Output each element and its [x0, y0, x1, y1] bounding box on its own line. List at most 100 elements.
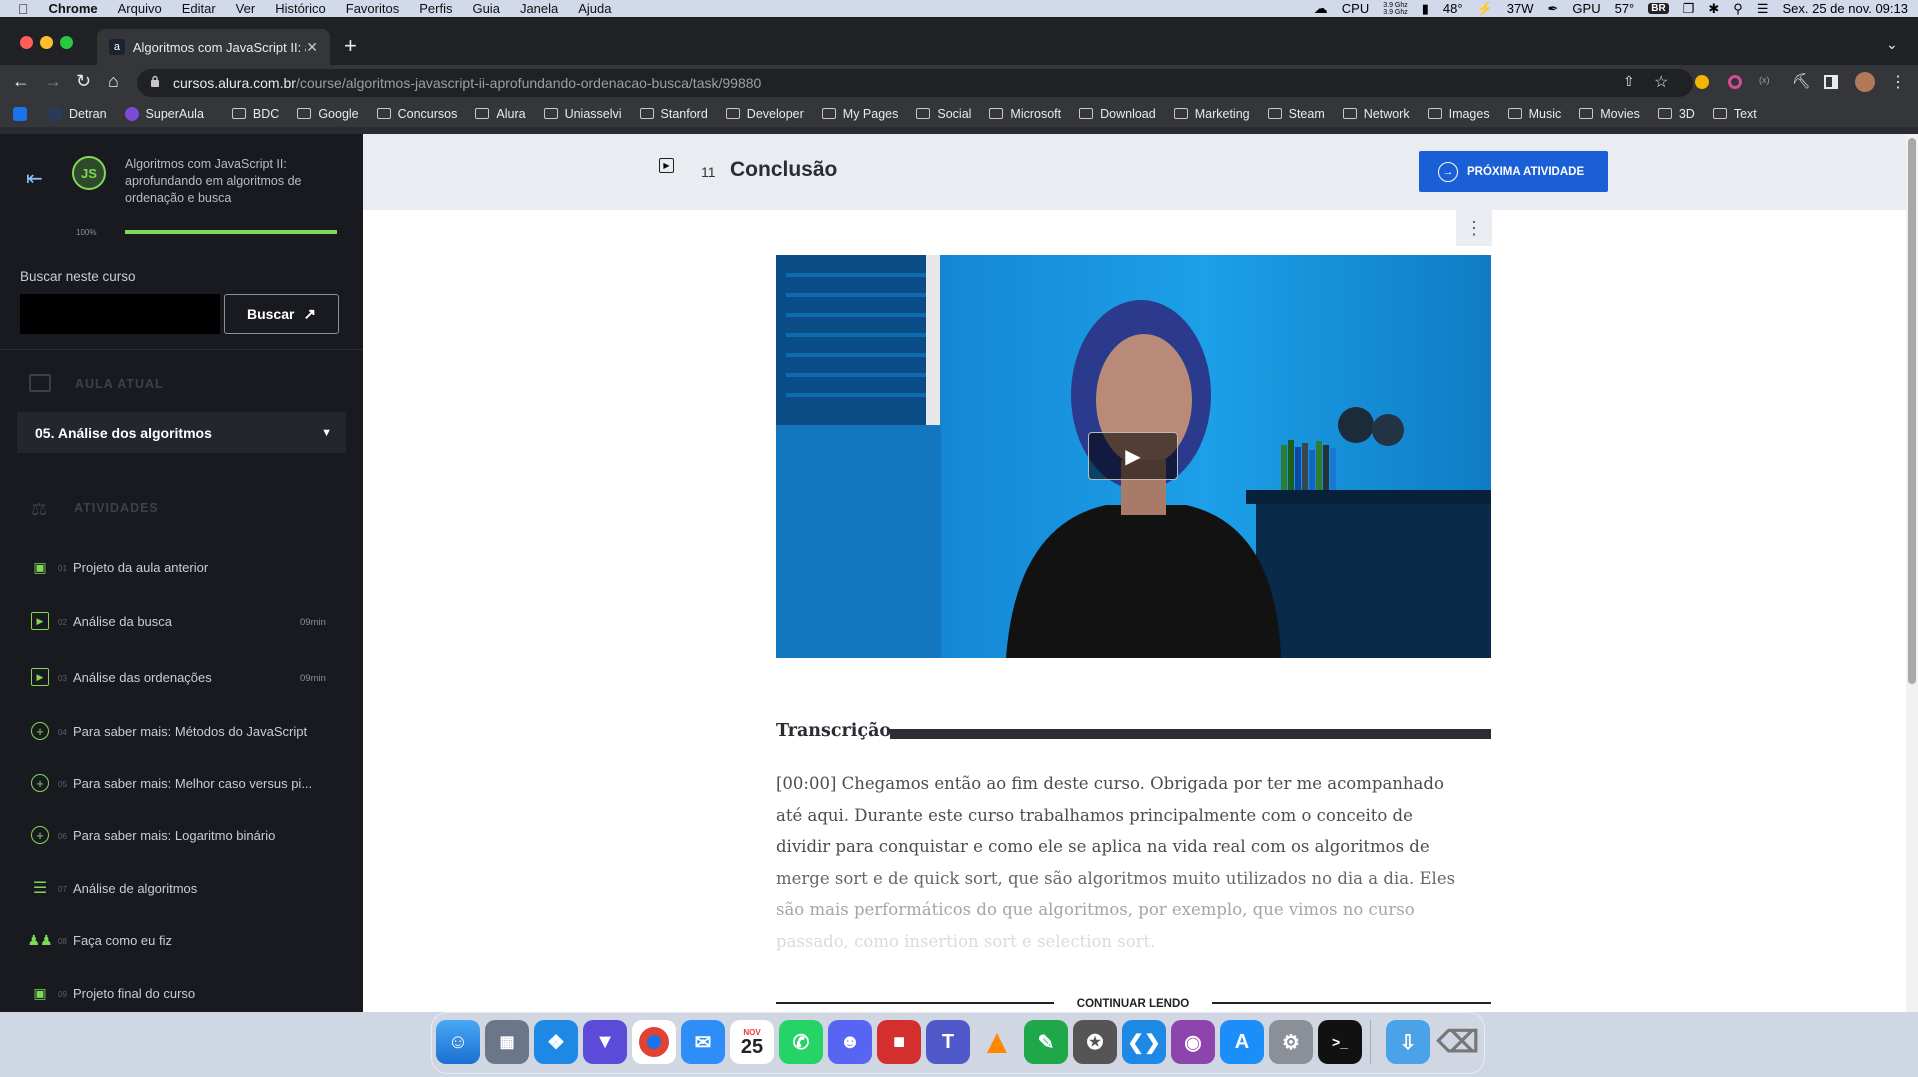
window-zoom-button[interactable] — [60, 36, 73, 49]
next-activity-button[interactable]: → PRÓXIMA ATIVIDADE — [1419, 151, 1608, 192]
menu-perfis[interactable]: Perfis — [419, 1, 452, 16]
bookmark-stanford[interactable]: Stanford — [639, 107, 708, 121]
activity-item[interactable]: ▶ 02 Análise da busca 09min — [0, 606, 363, 636]
side-panel-icon[interactable] — [1824, 75, 1838, 89]
bookmark-pin[interactable] — [13, 106, 34, 121]
play-button-icon[interactable]: ▶ — [1088, 432, 1178, 480]
utility-app-icon[interactable]: ✪ — [1073, 1020, 1117, 1064]
menu-favoritos[interactable]: Favoritos — [346, 1, 399, 16]
chrome-menu-icon[interactable]: ⋮ — [1890, 72, 1906, 92]
vpn-icon[interactable]: ▼ — [583, 1020, 627, 1064]
bookmark-my-pages[interactable]: My Pages — [821, 107, 898, 121]
terminal-icon[interactable]: >_ — [1318, 1020, 1362, 1064]
home-icon[interactable]: ⌂ — [108, 71, 119, 92]
menu-app-name[interactable]: Chrome — [49, 1, 98, 16]
bookmark-detran[interactable]: Detran — [48, 106, 107, 121]
apple-icon[interactable]:  — [18, 1, 29, 17]
collapse-sidebar-icon[interactable]: ⇤ — [26, 166, 43, 191]
system-settings-icon[interactable]: ⚙ — [1269, 1020, 1313, 1064]
finder-icon[interactable]: ☺ — [436, 1020, 480, 1064]
bookmark-steam[interactable]: Steam — [1267, 107, 1325, 121]
green-pen-app-icon[interactable]: ✎ — [1024, 1020, 1068, 1064]
bookmark-alura[interactable]: Alura — [475, 107, 526, 121]
trash-icon[interactable]: ⌫ — [1436, 1020, 1480, 1064]
launchpad-icon[interactable]: ▦ — [485, 1020, 529, 1064]
screens-icon[interactable]: ❐ — [1683, 1, 1695, 17]
reload-icon[interactable]: ↻ — [76, 71, 91, 92]
menu-ajuda[interactable]: Ajuda — [578, 1, 611, 16]
menu-ver[interactable]: Ver — [236, 1, 256, 16]
bookmark-developer[interactable]: Developer — [725, 107, 804, 121]
extension-2-icon[interactable] — [1728, 75, 1742, 89]
new-tab-plus-icon[interactable]: + — [344, 33, 357, 59]
window-minimize-button[interactable] — [40, 36, 53, 49]
bookmark-microsoft[interactable]: Microsoft — [989, 107, 1061, 121]
profile-avatar[interactable] — [1855, 72, 1875, 92]
menu-arquivo[interactable]: Arquivo — [118, 1, 162, 16]
menu-editar[interactable]: Editar — [182, 1, 216, 16]
extensions-puzzle-icon[interactable]: ⛏ — [1792, 72, 1811, 90]
extension-3-icon[interactable]: (x) — [1759, 75, 1770, 85]
bookmark-text[interactable]: Text — [1712, 107, 1757, 121]
continue-reading-link[interactable]: CONTINUAR LENDO — [1062, 998, 1204, 1010]
activity-item[interactable]: ▣ 01 Projeto da aula anterior — [0, 552, 363, 582]
control-center-icon[interactable]: ☰ — [1757, 1, 1769, 17]
search-button[interactable]: Buscar ↗ — [224, 294, 339, 334]
github-icon[interactable]: ◉ — [1171, 1020, 1215, 1064]
bookmark-network[interactable]: Network — [1342, 107, 1410, 121]
bookmark-superaula[interactable]: SuperAula — [124, 106, 204, 121]
address-bar[interactable]: cursos.alura.com.br/course/algoritmos-ja… — [137, 69, 1693, 97]
window-close-button[interactable] — [20, 36, 33, 49]
teams-icon[interactable]: T — [926, 1020, 970, 1064]
mail-icon[interactable]: ✉ — [681, 1020, 725, 1064]
bookmark-3d[interactable]: 3D — [1657, 107, 1695, 121]
chrome-icon[interactable] — [632, 1020, 676, 1064]
activity-item[interactable]: ▶ 03 Análise das ordenações 09min — [0, 662, 363, 692]
discord-icon[interactable]: ☻ — [828, 1020, 872, 1064]
menu-janela[interactable]: Janela — [520, 1, 558, 16]
bookmark-star-icon[interactable]: ☆ — [1654, 72, 1668, 92]
app-store-icon[interactable]: A — [1220, 1020, 1264, 1064]
activity-item[interactable]: + 04 Para saber mais: Métodos do JavaScr… — [0, 716, 363, 746]
menu-historico[interactable]: Histórico — [275, 1, 326, 16]
cloud-icon[interactable]: ☁ — [1314, 0, 1328, 17]
course-title[interactable]: Algoritmos com JavaScript II: aprofundan… — [125, 156, 302, 207]
bookmark-marketing[interactable]: Marketing — [1173, 107, 1250, 121]
close-tab-icon[interactable]: ✕ — [306, 39, 318, 56]
antenna-icon[interactable]: ✱ — [1708, 1, 1719, 17]
vlc-icon[interactable]: ▲ — [975, 1020, 1019, 1064]
scrollbar-thumb[interactable] — [1908, 138, 1916, 684]
course-search-input[interactable] — [20, 294, 220, 334]
video-player[interactable]: ▶ — [776, 255, 1491, 658]
bookmark-uniasselvi[interactable]: Uniasselvi — [543, 107, 622, 121]
share-icon[interactable]: ⇧ — [1623, 73, 1635, 90]
calendar-icon[interactable]: NOV 25 — [730, 1020, 774, 1064]
extension-1-icon[interactable] — [1695, 75, 1709, 89]
whatsapp-icon[interactable]: ✆ — [779, 1020, 823, 1064]
activity-item[interactable]: + 05 Para saber mais: Melhor caso versus… — [0, 768, 363, 798]
bookmark-images[interactable]: Images — [1427, 107, 1490, 121]
vscode-icon[interactable]: ❮❯ — [1122, 1020, 1166, 1064]
activity-item[interactable]: ▣ 09 Projeto final do curso — [0, 978, 363, 1008]
menu-guia[interactable]: Guia — [472, 1, 499, 16]
bookmark-download[interactable]: Download — [1079, 107, 1156, 121]
bookmark-music[interactable]: Music — [1507, 107, 1561, 121]
clock[interactable]: Sex. 25 de nov. 09:13 — [1782, 1, 1908, 16]
pdf-app-icon[interactable]: ■ — [877, 1020, 921, 1064]
spotlight-search-icon[interactable]: ⚲ — [1733, 1, 1743, 17]
bookmark-movies[interactable]: Movies — [1579, 107, 1640, 121]
bookmark-bdc[interactable]: BDC — [231, 107, 279, 121]
activity-item[interactable]: + 06 Para saber mais: Logaritmo binário — [0, 820, 363, 850]
bookmark-google[interactable]: Google — [297, 107, 359, 121]
downloads-folder-icon[interactable]: ⇩ — [1386, 1020, 1430, 1064]
bookmark-concursos[interactable]: Concursos — [376, 107, 457, 121]
browser-tab[interactable]: a Algoritmos com JavaScript II: a ✕ — [97, 29, 330, 65]
more-options-icon[interactable]: ⋮ — [1456, 210, 1492, 246]
activity-item[interactable]: ☰ 07 Análise de algoritmos — [0, 873, 363, 903]
forward-arrow-icon[interactable]: → — [44, 71, 62, 92]
safari-icon[interactable]: ❖ — [534, 1020, 578, 1064]
tab-search-chevron-icon[interactable]: ⌄ — [1886, 36, 1898, 53]
input-source[interactable]: BR — [1648, 3, 1669, 14]
activity-item[interactable]: ♟♟ 08 Faça como eu fiz — [0, 925, 363, 955]
lock-icon[interactable] — [150, 75, 160, 87]
